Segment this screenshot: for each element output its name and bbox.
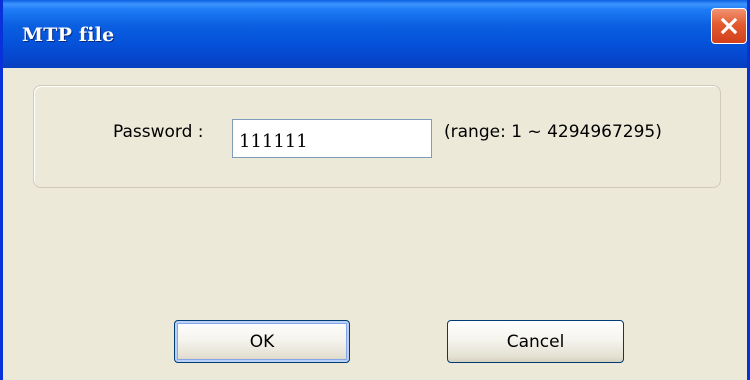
password-label: Password : xyxy=(113,122,204,142)
title-bar[interactable]: MTP file xyxy=(3,0,747,68)
ok-button[interactable]: OK xyxy=(174,320,350,363)
cancel-button[interactable]: Cancel xyxy=(447,320,624,363)
mtp-file-dialog: MTP file Password : (range: 1 ~ 42949672… xyxy=(0,0,750,380)
password-input[interactable] xyxy=(232,119,432,158)
close-button[interactable] xyxy=(711,8,747,44)
ok-button-label: OK xyxy=(249,331,275,352)
range-hint: (range: 1 ~ 4294967295) xyxy=(444,122,662,142)
close-icon xyxy=(720,17,738,35)
cancel-button-label: Cancel xyxy=(506,331,565,352)
window-title: MTP file xyxy=(22,24,115,46)
